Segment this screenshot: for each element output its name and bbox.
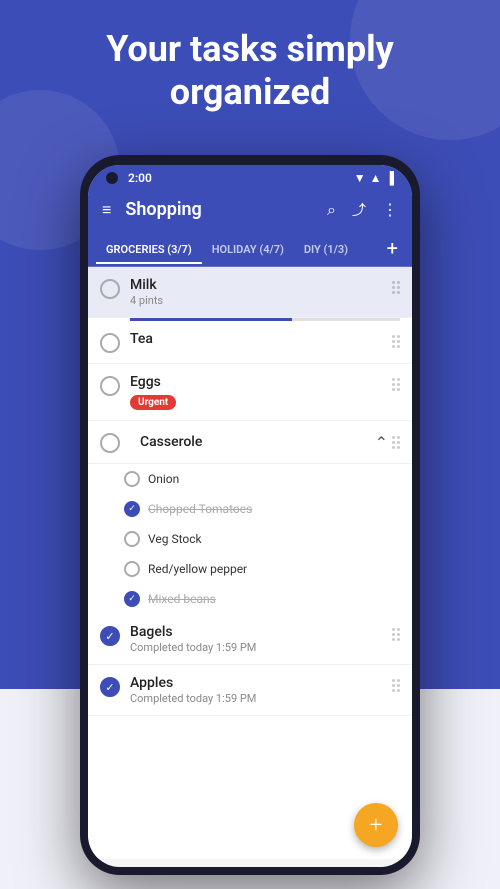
sub-radio-vegstock[interactable]: [124, 531, 140, 547]
app-title: Shopping: [125, 199, 327, 220]
drag-handle-bagels[interactable]: [388, 624, 404, 645]
drag-handle-apples[interactable]: [388, 675, 404, 696]
drag-handle-eggs[interactable]: [388, 374, 404, 395]
collapse-button[interactable]: ⌃: [375, 433, 388, 452]
sub-radio-beans[interactable]: ✓: [124, 591, 140, 607]
casserole-title: Casserole: [140, 434, 375, 450]
status-bar: 2:00 ▼ ▲ ▐: [88, 165, 412, 189]
task-item-bagels: ✓ Bagels Completed today 1:59 PM: [88, 614, 412, 665]
task-subtitle-milk: 4 pints: [130, 294, 388, 307]
sub-item-onion: Onion: [88, 464, 412, 494]
phone-mockup: 2:00 ▼ ▲ ▐ ≡ Shopping ⌕ ⤴ ⋮ GROCERIES (3…: [80, 155, 420, 875]
app-bar-icons: ⌕ ⤴ ⋮: [327, 200, 398, 220]
sub-item-tomatoes: ✓ Chopped Tomatoes: [88, 494, 412, 524]
task-radio-apples[interactable]: ✓: [100, 677, 120, 697]
wifi-icon: ▲: [370, 171, 382, 185]
task-item-casserole: Casserole ⌃ Onion ✓ Chopped Tomatoes: [88, 421, 412, 614]
task-title-tea: Tea: [130, 331, 388, 347]
sub-title-vegstock: Veg Stock: [148, 532, 202, 546]
sub-item-vegstock: Veg Stock: [88, 524, 412, 554]
camera-dot: [106, 172, 118, 184]
sub-title-beans: Mixed beans: [148, 592, 216, 606]
casserole-header: Casserole ⌃: [88, 421, 412, 464]
signal-icon: ▼: [354, 171, 366, 185]
sub-item-pepper: Red/yellow pepper: [88, 554, 412, 584]
hero-line2: organized: [170, 71, 330, 113]
status-time: 2:00: [128, 171, 152, 185]
task-radio-casserole[interactable]: [100, 433, 120, 453]
task-radio-eggs[interactable]: [100, 376, 120, 396]
task-content-apples: Apples Completed today 1:59 PM: [130, 675, 388, 705]
task-item-eggs: Eggs Urgent: [88, 364, 412, 421]
tab-groceries[interactable]: GROCERIES (3/7): [96, 233, 202, 264]
sub-title-onion: Onion: [148, 472, 179, 486]
task-subtitle-apples: Completed today 1:59 PM: [130, 692, 388, 705]
urgent-badge: Urgent: [130, 395, 176, 410]
task-title-eggs: Eggs: [130, 374, 388, 390]
task-title-milk: Milk: [130, 277, 388, 293]
sub-item-beans: ✓ Mixed beans: [88, 584, 412, 614]
task-title-bagels: Bagels: [130, 624, 388, 640]
task-item-apples: ✓ Apples Completed today 1:59 PM: [88, 665, 412, 716]
sub-radio-pepper[interactable]: [124, 561, 140, 577]
share-icon[interactable]: ⤴: [352, 200, 366, 220]
tab-bar: GROCERIES (3/7) HOLIDAY (4/7) DIY (1/3) …: [88, 230, 412, 267]
battery-icon: ▐: [385, 171, 394, 185]
task-content-eggs: Eggs Urgent: [130, 374, 388, 410]
sub-title-tomatoes: Chopped Tomatoes: [148, 502, 252, 516]
status-icons: ▼ ▲ ▐: [354, 171, 394, 185]
hero-line1: Your tasks simply: [106, 28, 393, 70]
hero-section: Your tasks simply organized: [0, 28, 500, 114]
tab-diy[interactable]: DIY (1/3): [294, 233, 358, 264]
task-content-tea: Tea: [130, 331, 388, 347]
task-content-milk: Milk 4 pints: [130, 277, 388, 307]
search-icon[interactable]: ⌕: [327, 200, 336, 220]
add-tab-button[interactable]: +: [381, 230, 404, 266]
menu-icon[interactable]: ≡: [102, 200, 111, 220]
more-icon[interactable]: ⋮: [382, 200, 398, 219]
task-subtitle-bagels: Completed today 1:59 PM: [130, 641, 388, 654]
drag-handle-milk[interactable]: [388, 277, 404, 298]
task-item-milk: Milk 4 pints: [88, 267, 412, 318]
phone-screen: 2:00 ▼ ▲ ▐ ≡ Shopping ⌕ ⤴ ⋮ GROCERIES (3…: [88, 165, 412, 867]
sub-radio-tomatoes[interactable]: ✓: [124, 501, 140, 517]
task-title-apples: Apples: [130, 675, 388, 691]
tab-holiday[interactable]: HOLIDAY (4/7): [202, 233, 294, 264]
sub-radio-onion[interactable]: [124, 471, 140, 487]
task-radio-tea[interactable]: [100, 333, 120, 353]
drag-handle-casserole[interactable]: [388, 432, 404, 453]
task-radio-bagels[interactable]: ✓: [100, 626, 120, 646]
task-item-tea: Tea: [88, 321, 412, 364]
drag-handle-tea[interactable]: [388, 331, 404, 352]
sub-title-pepper: Red/yellow pepper: [148, 562, 247, 576]
task-radio-milk[interactable]: [100, 279, 120, 299]
task-list: Milk 4 pints Tea: [88, 267, 412, 859]
task-content-bagels: Bagels Completed today 1:59 PM: [130, 624, 388, 654]
fab-button[interactable]: +: [354, 803, 398, 847]
app-bar: ≡ Shopping ⌕ ⤴ ⋮: [88, 189, 412, 230]
